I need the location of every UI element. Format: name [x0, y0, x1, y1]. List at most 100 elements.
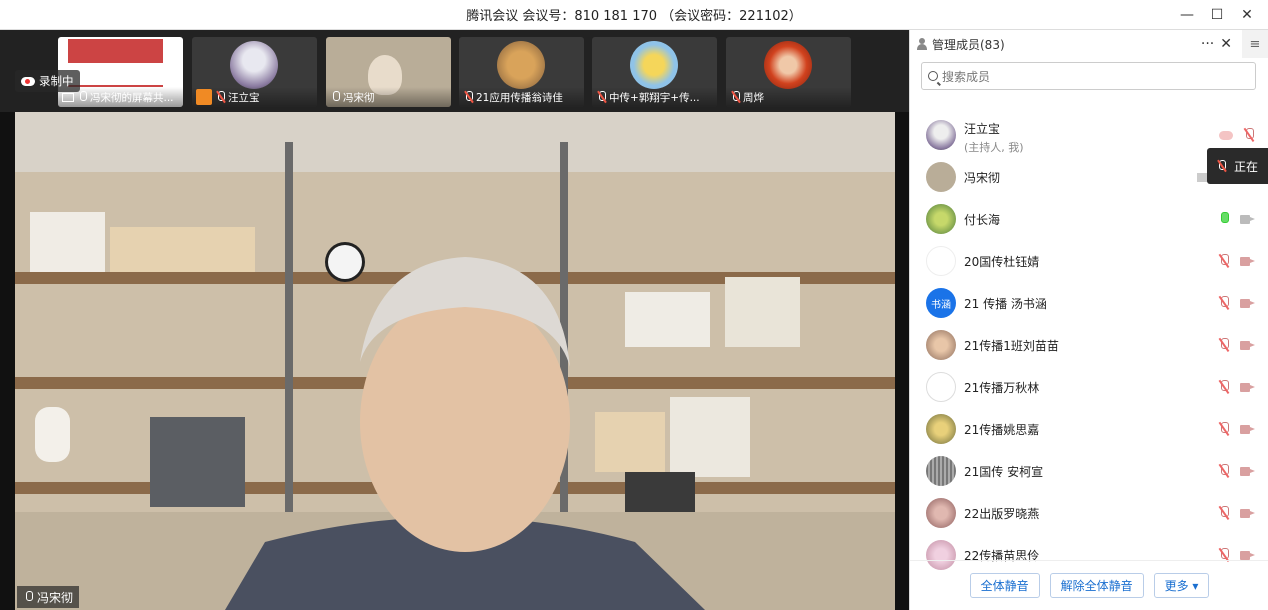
camera-off-icon[interactable]	[1240, 550, 1255, 560]
list-item[interactable]: 22出版罗晓燕	[910, 492, 1268, 534]
unmute-all-button[interactable]: 解除全体静音	[1049, 573, 1144, 598]
avatar	[926, 120, 956, 150]
member-name: 21传播万秋林	[964, 380, 1040, 395]
thumbnail-label: 冯宋彻	[343, 91, 375, 104]
mic-muted-icon[interactable]	[1218, 338, 1230, 352]
cloud-record-icon	[21, 76, 35, 86]
search-input[interactable]: 搜索成员	[921, 62, 1256, 90]
panel-title: 管理成员(83)	[932, 37, 1005, 52]
avatar	[497, 41, 545, 89]
meeting-window: 腾讯会议 会议号：810 181 170 （会议密码：221102） — ☐ ✕…	[0, 0, 1268, 610]
maximize-button[interactable]: ☐	[1202, 0, 1232, 30]
mute-all-button[interactable]: 全体静音	[969, 573, 1040, 598]
avatar: 书涵	[926, 288, 956, 318]
avatar	[926, 498, 956, 528]
list-item[interactable]: 21国传 安柯宣	[910, 450, 1268, 492]
member-name: 冯宋彻	[964, 170, 1001, 185]
list-item[interactable]: 21传播姚思嘉	[910, 408, 1268, 450]
avatar	[926, 372, 956, 402]
minimize-button[interactable]: —	[1172, 0, 1202, 30]
camera-off-icon[interactable]	[1240, 508, 1255, 518]
mic-muted-icon	[215, 91, 225, 103]
video-scene	[15, 112, 895, 610]
avatar	[630, 41, 678, 89]
list-item[interactable]: 书涵 21 传播 汤书涵	[910, 282, 1268, 324]
mic-muted-icon[interactable]	[1218, 506, 1230, 520]
thumbnail-participant[interactable]: 中传+郭翔宇+传...	[592, 37, 717, 107]
members-icon	[916, 38, 928, 50]
thumbnail-label: 冯宋彻的屏幕共...	[90, 91, 174, 104]
member-name: 21传播1班刘苗苗	[964, 338, 1059, 353]
mic-muted-icon[interactable]	[1218, 254, 1230, 268]
list-item[interactable]: 21传播万秋林	[910, 366, 1268, 408]
avatar	[926, 456, 956, 486]
avatar	[230, 41, 278, 89]
video-area: 冯宋彻的屏幕共... 汪立宝 冯宋彻 21应用传播翁诗佳 中传+郭翔宇+传...…	[0, 30, 909, 610]
panel-footer: 全体静音 解除全体静音 更多 ▾	[910, 560, 1268, 610]
window-title: 腾讯会议 会议号：810 181 170 （会议密码：221102）	[466, 9, 802, 24]
mic-muted-icon[interactable]	[1218, 422, 1230, 436]
member-name: 汪立宝	[964, 122, 1001, 136]
avatar	[926, 162, 956, 192]
mic-icon	[330, 91, 340, 103]
thumbnail-strip: 冯宋彻的屏幕共... 汪立宝 冯宋彻 21应用传播翁诗佳 中传+郭翔宇+传...…	[0, 30, 909, 112]
more-button[interactable]: 更多 ▾	[1153, 573, 1210, 598]
status-tooltip: 正在	[1207, 148, 1268, 184]
menu-button[interactable]: ≡	[1242, 30, 1268, 58]
mic-muted-icon	[463, 91, 473, 103]
mic-muted-icon	[596, 91, 606, 103]
panel-header: 管理成员(83) ··· ✕ ≡	[910, 30, 1268, 58]
close-button[interactable]: ✕	[1232, 0, 1262, 30]
screen-share-icon	[62, 92, 74, 102]
thumbnail-label: 中传+郭翔宇+传...	[609, 91, 700, 104]
title-bar: 腾讯会议 会议号：810 181 170 （会议密码：221102） — ☐ ✕	[0, 0, 1268, 30]
member-name: 20国传杜钰婧	[964, 254, 1040, 269]
camera-off-icon[interactable]	[1240, 382, 1255, 392]
list-item[interactable]: 21传播1班刘苗苗	[910, 324, 1268, 366]
recording-label: 录制中	[39, 74, 74, 88]
camera-off-icon[interactable]	[1240, 340, 1255, 350]
members-panel: 管理成员(83) ··· ✕ ≡ 搜索成员 汪立宝 (主持人, 我) 冯宋彻 付…	[909, 30, 1268, 610]
camera-off-icon[interactable]	[1240, 298, 1255, 308]
tooltip-text: 正在	[1234, 159, 1259, 174]
thumbnail-participant[interactable]: 汪立宝	[192, 37, 317, 107]
search-placeholder: 搜索成员	[942, 69, 991, 84]
member-name: 21 传播 汤书涵	[964, 296, 1047, 311]
more-options-button[interactable]: ···	[1201, 36, 1214, 52]
mic-muted-icon	[1216, 160, 1226, 172]
search-icon	[928, 71, 938, 81]
recording-indicator[interactable]: 录制中	[15, 70, 80, 92]
cloud-record-icon	[1219, 130, 1233, 140]
camera-off-icon[interactable]	[1240, 466, 1255, 476]
camera-icon[interactable]	[1240, 214, 1255, 224]
close-panel-button[interactable]: ✕	[1220, 36, 1232, 52]
speaker-name-badge: 冯宋彻	[17, 586, 80, 608]
mic-icon[interactable]	[1218, 212, 1230, 226]
avatar	[926, 246, 956, 276]
camera-off-icon[interactable]	[1240, 424, 1255, 434]
avatar	[764, 41, 812, 89]
mic-muted-icon[interactable]	[1218, 464, 1230, 478]
list-item[interactable]: 付长海	[910, 198, 1268, 240]
member-role: (主持人, 我)	[964, 141, 1024, 154]
avatar	[926, 414, 956, 444]
thumbnail-participant[interactable]: 周烨	[726, 37, 851, 107]
mic-muted-icon[interactable]	[1218, 296, 1230, 310]
thumbnail-label: 周烨	[743, 91, 764, 104]
thumbnail-participant[interactable]: 21应用传播翁诗佳	[459, 37, 584, 107]
thumbnail-participant[interactable]: 冯宋彻	[326, 37, 451, 107]
thumbnail-label: 21应用传播翁诗佳	[476, 91, 563, 104]
list-item[interactable]: 20国传杜钰婧	[910, 240, 1268, 282]
mic-icon	[77, 91, 87, 103]
avatar	[926, 330, 956, 360]
host-icon	[196, 89, 212, 105]
member-name: 21国传 安柯宣	[964, 464, 1044, 479]
mic-icon	[23, 591, 33, 603]
mic-muted-icon	[730, 91, 740, 103]
camera-off-icon[interactable]	[1240, 256, 1255, 266]
thumbnail-label: 汪立宝	[228, 91, 260, 104]
member-name: 付长海	[964, 212, 1001, 227]
mic-muted-icon[interactable]	[1218, 380, 1230, 394]
mic-muted-icon[interactable]	[1243, 128, 1255, 142]
main-speaker-video: 冯宋彻	[15, 112, 895, 610]
